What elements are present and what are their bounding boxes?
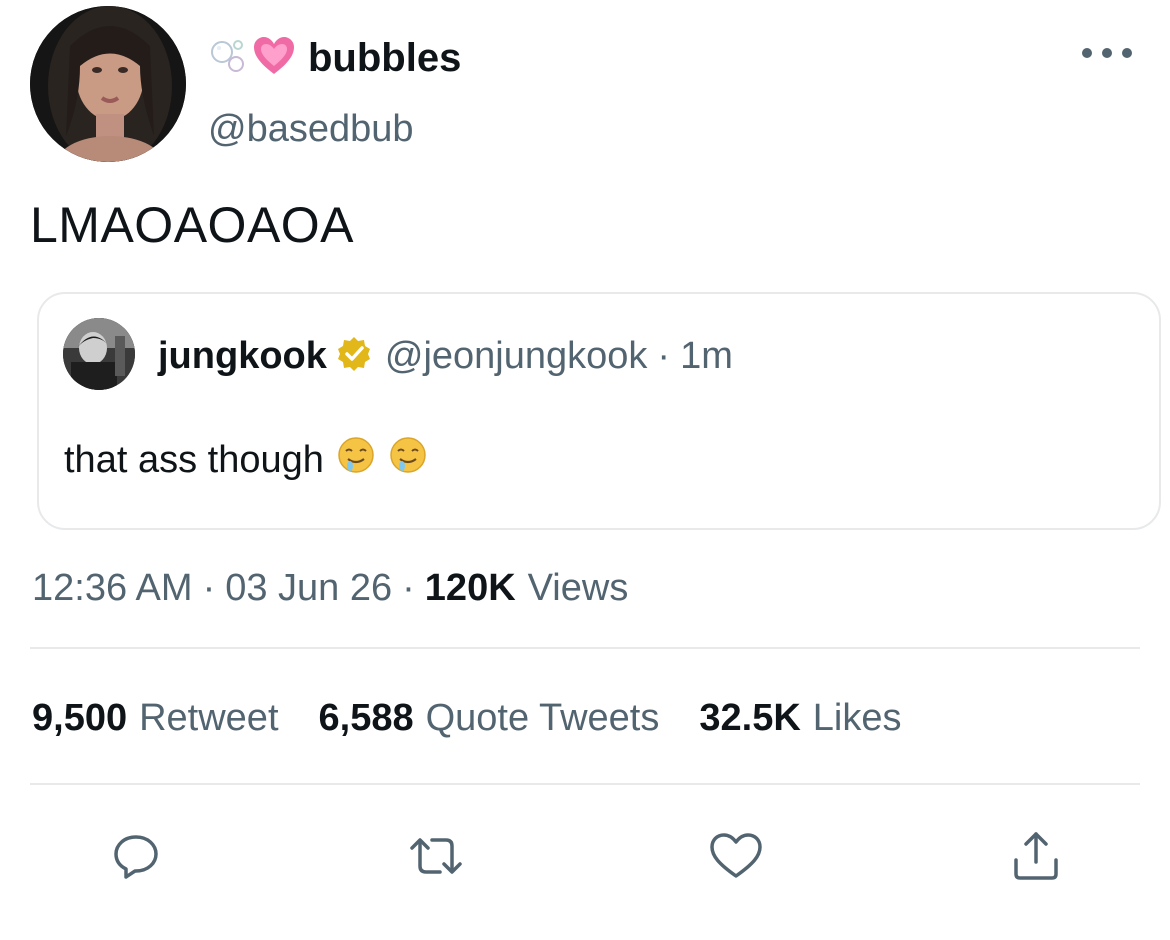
bubbles-emoji <box>208 36 248 81</box>
likes-stat[interactable]: 32.5K Likes <box>699 697 901 740</box>
retweets-stat[interactable]: 9,500 Retweet <box>32 697 279 740</box>
meta-separator: · <box>202 566 216 609</box>
author-avatar[interactable] <box>30 6 186 162</box>
quoted-tweet-text-row: that ass though <box>64 434 428 486</box>
tweet-meta: 12:36 AM · 03 Jun 26 · 120K Views <box>32 562 628 614</box>
views-label: Views <box>527 566 629 609</box>
quoted-timestamp[interactable]: 1m <box>680 335 733 378</box>
retweets-label: Retweet <box>139 696 279 739</box>
meta-separator: · <box>402 566 415 609</box>
divider <box>30 647 1140 649</box>
more-options-icon[interactable] <box>1082 38 1132 68</box>
share-icon[interactable] <box>1006 826 1066 886</box>
tweet-text: LMAOAOAOA <box>30 197 355 253</box>
tweet-stats: 9,500 Retweet 6,588 Quote Tweets 32.5K L… <box>32 692 942 744</box>
author-display-name[interactable]: bubbles <box>308 36 461 81</box>
likes-count: 32.5K <box>699 696 801 739</box>
quoted-display-name[interactable]: jungkook <box>158 335 327 378</box>
author-name-row[interactable]: bubbles <box>208 30 461 86</box>
quoted-separator: · <box>657 334 671 377</box>
like-icon[interactable] <box>706 826 766 886</box>
growing-heart-emoji <box>252 36 296 81</box>
retweets-count: 9,500 <box>32 696 128 739</box>
quoted-header[interactable]: jungkook @jeonjungkook · 1m <box>158 330 733 382</box>
drooling-face-emoji <box>336 435 376 485</box>
verified-badge-icon <box>335 335 373 378</box>
views-count: 120K <box>424 566 516 609</box>
quoted-author-avatar <box>63 318 135 390</box>
tweet-date[interactable]: 03 Jun 26 <box>225 567 392 610</box>
reply-icon[interactable] <box>106 826 166 886</box>
retweet-icon[interactable] <box>406 826 466 886</box>
quoted-tweet-card[interactable] <box>37 292 1161 530</box>
quoted-tweet-text: that ass though <box>64 438 324 481</box>
quoted-handle[interactable]: @jeonjungkook <box>385 335 648 378</box>
quote-tweets-count: 6,588 <box>318 696 414 739</box>
likes-label: Likes <box>812 696 902 739</box>
quote-tweets-stat[interactable]: 6,588 Quote Tweets <box>319 697 660 740</box>
tweet-time[interactable]: 12:36 AM <box>32 567 193 610</box>
quote-tweets-label: Quote Tweets <box>425 696 660 739</box>
author-handle[interactable]: @basedbub <box>208 108 414 151</box>
divider <box>30 783 1140 785</box>
drooling-face-emoji <box>388 435 428 485</box>
